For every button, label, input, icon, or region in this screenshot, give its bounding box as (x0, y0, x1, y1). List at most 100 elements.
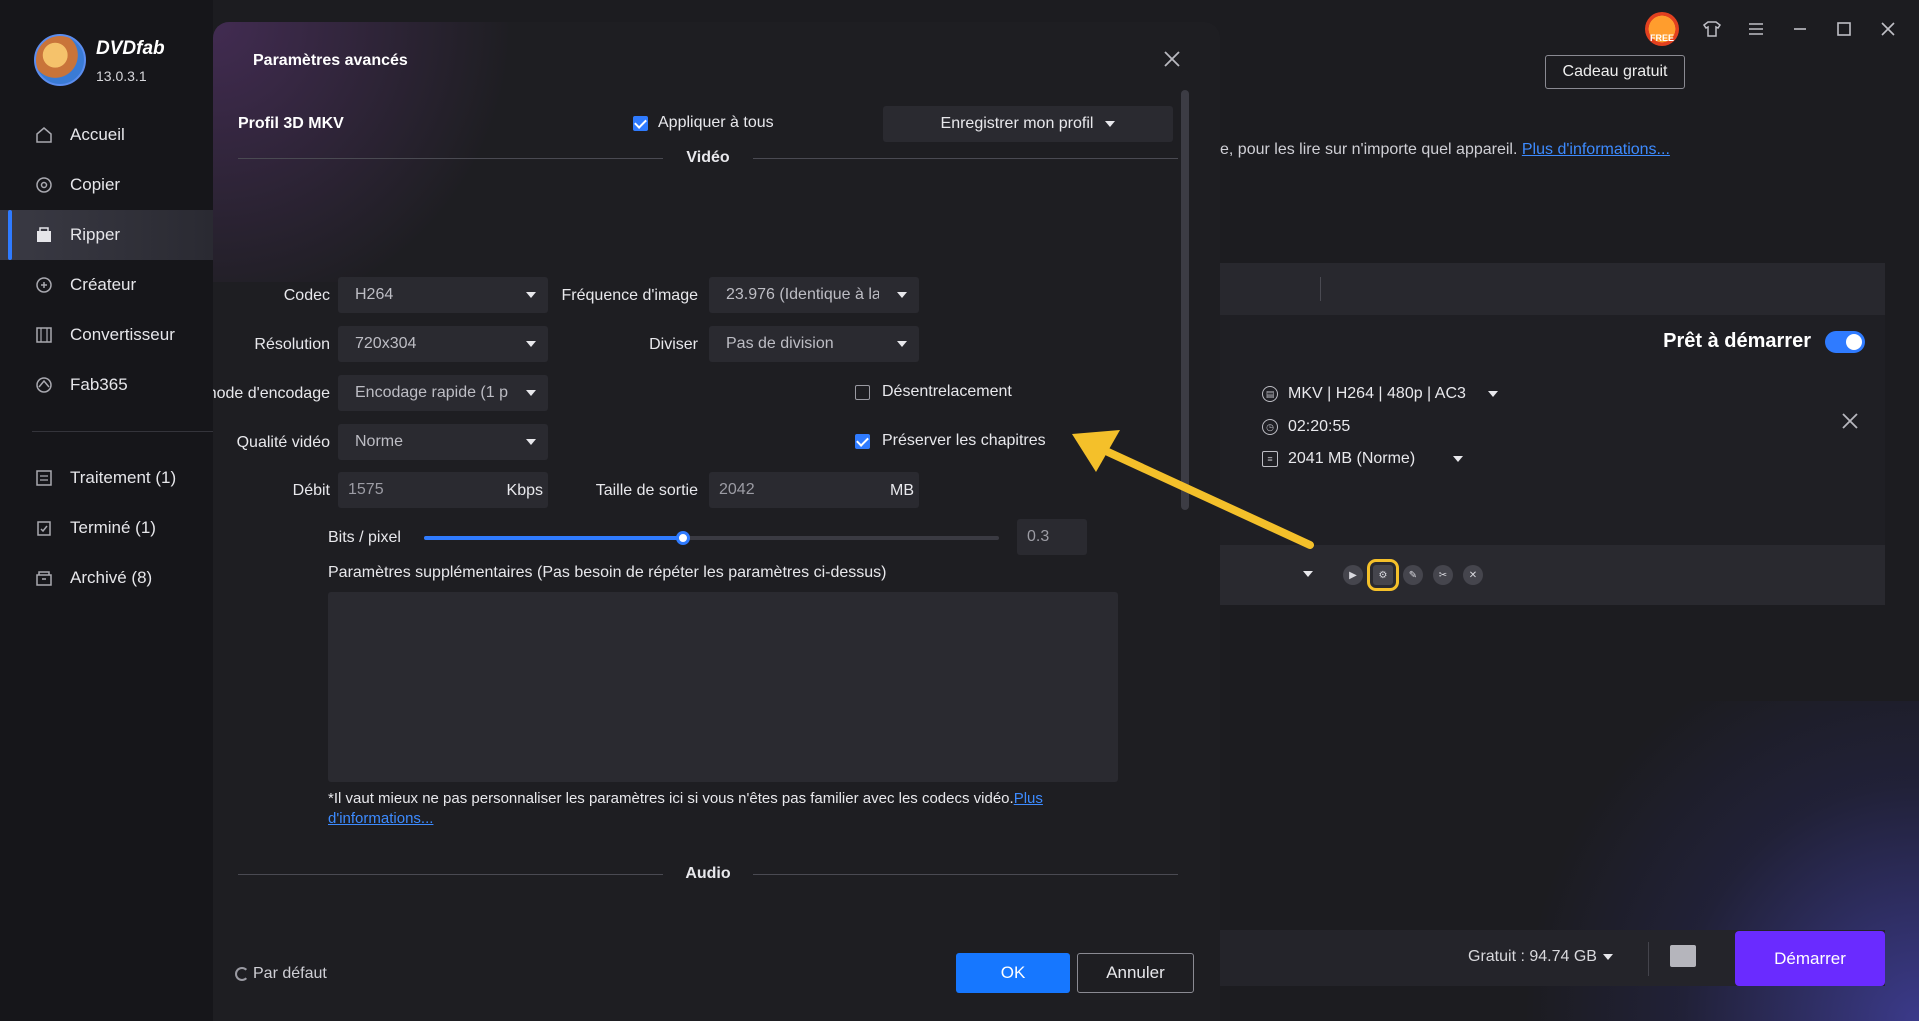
dialog-scrollbar[interactable] (1181, 90, 1189, 510)
output-size-value: 2042 (719, 481, 755, 498)
frame-rate-select[interactable]: 23.976 (Identique à la source) (709, 277, 919, 313)
format-row[interactable]: ▤ MKV | H264 | 480p | AC3 (1262, 385, 1498, 403)
sidebar-item-convertisseur[interactable]: Convertisseur (0, 310, 213, 360)
output-divider (1648, 942, 1649, 976)
encoding-method-label: Méthode d'encodage (213, 385, 330, 402)
sidebar-divider (32, 431, 213, 432)
size-row[interactable]: ≡ 2041 MB (Norme) (1262, 450, 1464, 468)
sidebar-item-accueil[interactable]: Accueil (0, 110, 213, 160)
gift-button[interactable]: Cadeau gratuit (1545, 55, 1685, 89)
video-section-header: Vidéo (238, 148, 1178, 168)
play-icon[interactable]: ▶ (1343, 565, 1363, 585)
sidebar-item-archive[interactable]: Archivé (8) (0, 553, 213, 603)
bits-per-pixel-input[interactable]: 0.3 (1017, 519, 1087, 555)
checkbox-unchecked-icon[interactable] (855, 384, 870, 400)
bitrate-label: Débit (292, 482, 330, 499)
deinterlace-checkbox[interactable]: Désentrelacement (855, 383, 1012, 401)
default-label: Par défaut (253, 965, 327, 982)
bitrate-value: 1575 (348, 481, 384, 498)
sidebar-item-termine[interactable]: Terminé (1) (0, 503, 213, 553)
cut-icon[interactable]: ✂ (1433, 565, 1453, 585)
chevron-down-icon[interactable] (1303, 571, 1313, 577)
resolution-label: Résolution (254, 336, 330, 353)
task-list-header (1220, 263, 1885, 315)
processing-icon (34, 468, 54, 488)
chevron-down-icon[interactable] (1487, 391, 1498, 397)
sidebar-item-fab365[interactable]: Fab365 (0, 360, 213, 410)
preserve-chapters-label: Préserver les chapitres (882, 432, 1046, 449)
checkbox-checked-icon[interactable] (855, 433, 870, 449)
video-quality-select[interactable]: Norme (338, 424, 548, 460)
ready-toggle[interactable] (1825, 330, 1865, 353)
output-size-unit: MB (890, 482, 914, 499)
preserve-chapters-checkbox[interactable]: Préserver les chapitres (855, 432, 1046, 450)
slider-handle[interactable] (675, 531, 690, 545)
format-icon: ▤ (1262, 386, 1278, 402)
sidebar-item-label: Terminé (1) (70, 518, 156, 537)
dialog-title: Paramètres avancés (253, 52, 408, 69)
description-text: e, pour les lire sur n'importe quel appa… (1220, 141, 1522, 158)
codec-select[interactable]: H264 (338, 277, 548, 313)
remove-task-icon[interactable] (1841, 409, 1859, 437)
file-size-icon: ≡ (1262, 451, 1278, 467)
codec-label: Codec (283, 287, 330, 304)
sidebar-item-label: Archivé (8) (70, 568, 153, 587)
sidebar-item-label: Ripper (70, 225, 121, 244)
edit-icon[interactable]: ✎ (1403, 565, 1423, 585)
chevron-down-icon (526, 341, 536, 347)
maximize-icon[interactable] (1833, 18, 1855, 40)
apply-all-checkbox[interactable]: Appliquer à tous (633, 114, 774, 132)
close-icon[interactable] (1163, 44, 1181, 75)
output-size-input[interactable]: 2042 MB (709, 472, 919, 508)
ready-to-start: Prêt à démarrer (1663, 330, 1865, 353)
size-value: 2041 MB (Norme) (1288, 450, 1416, 467)
minimize-icon[interactable] (1789, 18, 1811, 40)
archive-icon (34, 568, 54, 588)
start-button[interactable]: Démarrer (1735, 931, 1885, 986)
reset-icon (235, 967, 249, 981)
free-space[interactable]: Gratuit : 94.74 GB (1468, 948, 1613, 966)
format-value: MKV | H264 | 480p | AC3 (1288, 385, 1466, 402)
deinterlace-label: Désentrelacement (882, 383, 1012, 400)
close-window-icon[interactable] (1877, 18, 1899, 40)
cancel-button[interactable]: Annuler (1077, 953, 1194, 993)
close-icon[interactable]: ✕ (1463, 565, 1483, 585)
chevron-down-icon (526, 390, 536, 396)
checkbox-checked-icon[interactable] (633, 115, 648, 131)
save-profile-dropdown[interactable]: Enregistrer mon profil (883, 106, 1173, 142)
copy-icon (34, 175, 54, 195)
frame-rate-label: Fréquence d'image (561, 287, 698, 304)
dvdfab-mascot-icon (34, 34, 86, 86)
sidebar: DVDfab 13.0.3.1 Accueil Copier Ripper Cr… (0, 0, 213, 1021)
default-button[interactable]: Par défaut (235, 965, 327, 983)
chevron-down-icon[interactable] (1453, 456, 1464, 462)
encoding-method-select[interactable]: Encodage rapide (1 passage) (338, 375, 548, 411)
sidebar-item-traitement[interactable]: Traitement (1) (0, 453, 213, 503)
shirt-icon[interactable] (1701, 18, 1723, 40)
chevron-down-icon[interactable] (1602, 954, 1613, 960)
bits-per-pixel-slider[interactable] (424, 531, 999, 545)
menu-icon[interactable] (1745, 18, 1767, 40)
frame-rate-value: 23.976 (Identique à la source) (726, 286, 879, 303)
sidebar-item-ripper[interactable]: Ripper (0, 210, 213, 260)
creator-icon (34, 275, 54, 295)
folder-icon[interactable] (1670, 945, 1696, 967)
apply-all-label: Appliquer à tous (658, 114, 774, 131)
sidebar-item-copier[interactable]: Copier (0, 160, 213, 210)
bitrate-input[interactable]: 1575 Kbps (338, 472, 548, 508)
duration-row: ◷ 02:20:55 (1262, 418, 1350, 436)
split-label: Diviser (649, 336, 698, 353)
free-gift-icon[interactable]: FREE (1645, 12, 1679, 46)
resolution-select[interactable]: 720x304 (338, 326, 548, 362)
extra-params-textarea[interactable] (328, 592, 1118, 782)
more-info-link[interactable]: Plus d'informations... (1522, 141, 1670, 158)
ok-button[interactable]: OK (956, 953, 1070, 993)
sidebar-item-createur[interactable]: Créateur (0, 260, 213, 310)
video-quality-label: Qualité vidéo (236, 434, 330, 451)
sidebar-item-label: Fab365 (70, 375, 128, 394)
advanced-settings-icon[interactable]: ⚙ (1367, 559, 1399, 591)
split-select[interactable]: Pas de division (709, 326, 919, 362)
converter-icon (34, 325, 54, 345)
sidebar-item-label: Créateur (70, 275, 137, 294)
resolution-value: 720x304 (355, 335, 417, 352)
